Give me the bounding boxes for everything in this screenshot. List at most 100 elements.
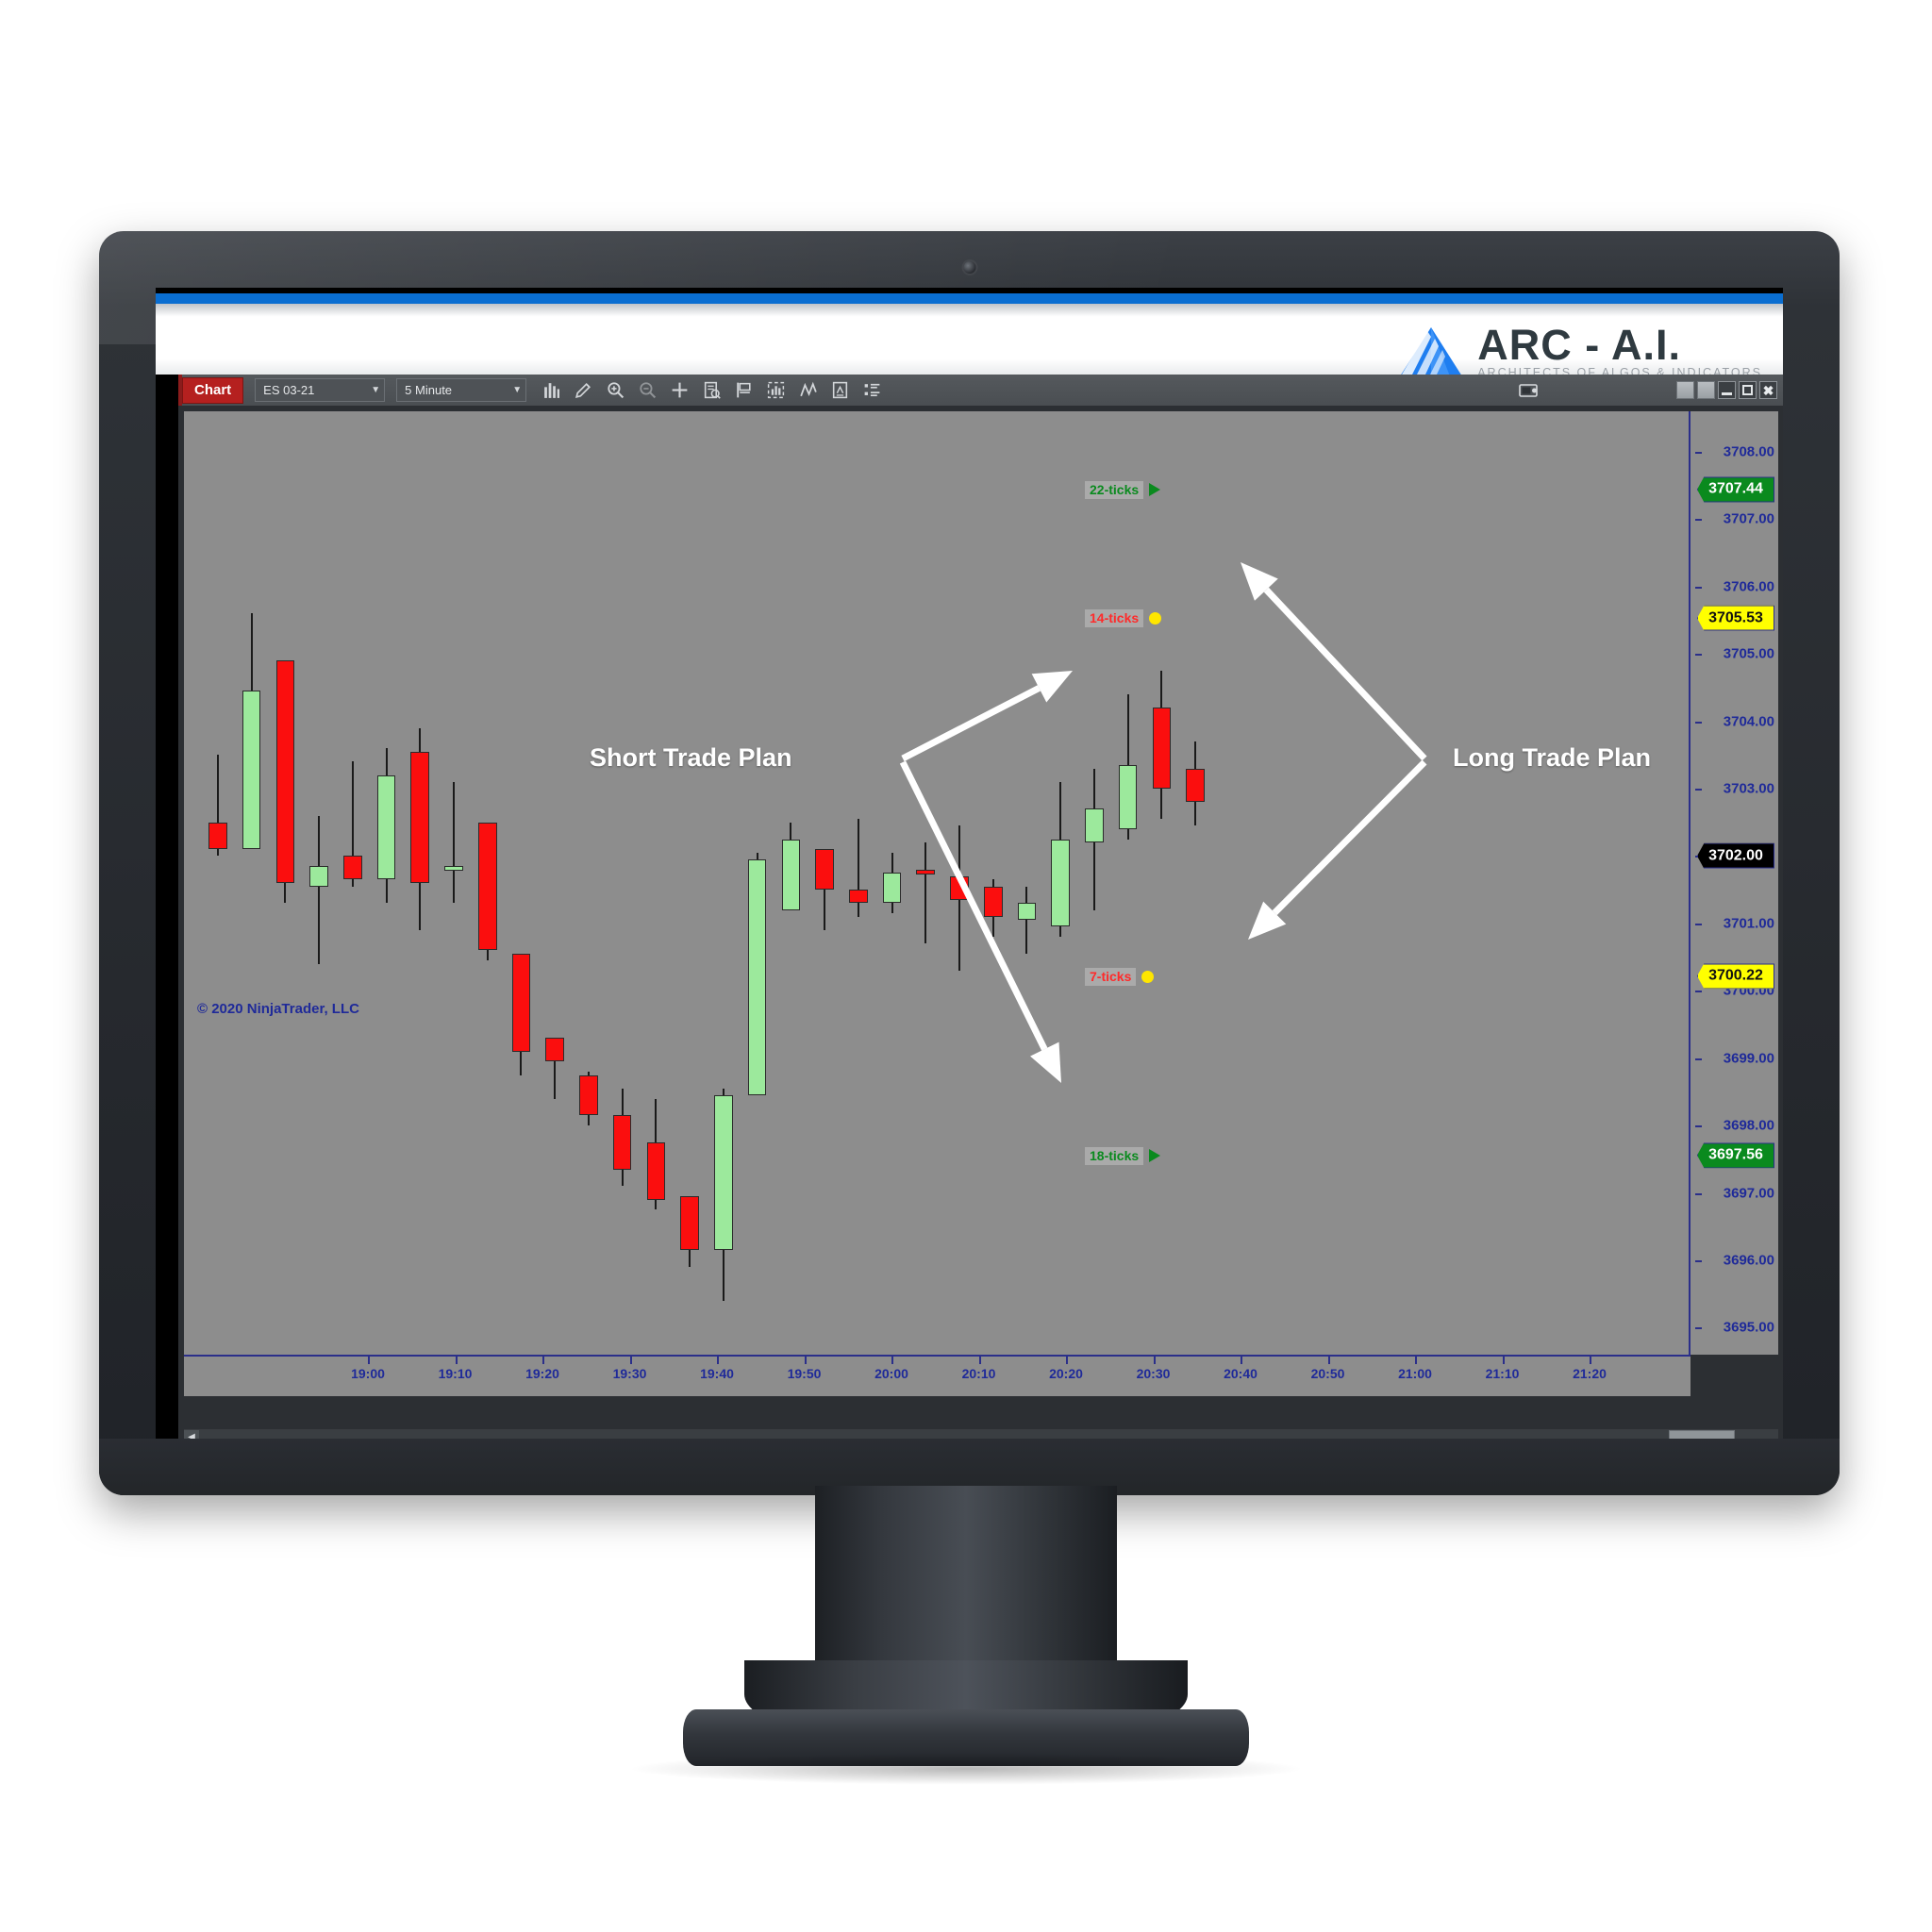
lower-target-price-marker[interactable]: 3697.56 (1697, 1142, 1774, 1169)
price-tick (1695, 1125, 1702, 1128)
price-label: 3703.00 (1723, 780, 1774, 797)
zoom-in-icon[interactable] (606, 380, 625, 400)
zoom-out-icon[interactable] (638, 380, 658, 400)
time-label: 20:10 (961, 1366, 996, 1381)
monitor-screen: ARC - A.I. ARCHITECTS OF ALGOS & INDICAT… (156, 288, 1783, 1448)
snapshot-icon[interactable] (1519, 382, 1541, 399)
price-tick (1695, 923, 1702, 925)
price-tick (1695, 519, 1702, 522)
price-tick (1695, 654, 1702, 657)
price-label: 3699.00 (1723, 1050, 1774, 1067)
long-plan-down-arrow (1248, 759, 1427, 940)
pencil-icon[interactable] (574, 380, 593, 400)
drawing-tool-icon[interactable] (798, 380, 818, 400)
close-icon: ✖ (1762, 382, 1774, 398)
time-tick (1590, 1357, 1591, 1364)
brand-logo: ARC - A.I. ARCHITECTS OF ALGOS & INDICAT… (1396, 323, 1762, 381)
short-plan-down-arrow (899, 760, 1061, 1083)
app-header: ARC - A.I. ARCHITECTS OF ALGOS & INDICAT… (156, 288, 1783, 379)
accent-bar (156, 293, 1783, 304)
time-label: 21:00 (1398, 1366, 1432, 1381)
plot-right-border (1689, 411, 1690, 1355)
price-label: 3696.00 (1723, 1252, 1774, 1269)
chart-menu-button[interactable]: Chart (182, 376, 244, 404)
long-trade-plan-label: Long Trade Plan (1453, 743, 1652, 772)
restore-button-2[interactable] (1697, 381, 1715, 399)
instrument-selector[interactable]: ES 03-21 ▼ (255, 378, 386, 402)
time-label: 19:40 (700, 1366, 734, 1381)
chevron-down-icon: ▼ (371, 385, 381, 395)
price-label: 3708.00 (1723, 443, 1774, 460)
data-box-icon[interactable] (702, 380, 722, 400)
price-label: 3706.00 (1723, 578, 1774, 595)
time-label: 20:20 (1049, 1366, 1083, 1381)
time-label: 21:10 (1485, 1366, 1520, 1381)
price-label: 3707.00 (1723, 510, 1774, 527)
price-label: 3695.00 (1723, 1319, 1774, 1336)
flag-icon[interactable] (734, 380, 754, 400)
monitor-frame: ARC - A.I. ARCHITECTS OF ALGOS & INDICAT… (99, 231, 1840, 1495)
price-label: 3698.00 (1723, 1117, 1774, 1134)
list-icon[interactable] (862, 380, 882, 400)
annotation-overlay (899, 562, 1427, 1083)
time-tick (542, 1357, 544, 1364)
time-tick (891, 1357, 893, 1364)
price-label: 3701.00 (1723, 915, 1774, 932)
time-label: 21:20 (1573, 1366, 1607, 1381)
last-price-price-marker[interactable]: 3702.00 (1697, 842, 1774, 869)
time-label: 20:00 (874, 1366, 908, 1381)
chart-toolbar: Chart ES 03-21 ▼ 5 Minute ▼ ✖ (178, 375, 1783, 406)
price-tick (1695, 1327, 1702, 1330)
price-label: 3704.00 (1723, 713, 1774, 730)
long-entry-price-marker[interactable]: 3700.22 (1697, 963, 1774, 990)
ninjatrader-app: ARC - A.I. ARCHITECTS OF ALGOS & INDICAT… (156, 288, 1783, 1448)
short-plan-up-arrow (901, 671, 1073, 762)
price-tick (1695, 721, 1702, 724)
price-label: 3705.00 (1723, 645, 1774, 662)
price-tick (1695, 991, 1702, 993)
header-band: ARC - A.I. ARCHITECTS OF ALGOS & INDICAT… (156, 304, 1783, 379)
time-tick (804, 1357, 807, 1364)
minimize-button[interactable] (1718, 381, 1736, 399)
time-label: 19:10 (438, 1366, 473, 1381)
time-label: 20:30 (1136, 1366, 1171, 1381)
axis-corner (1695, 1357, 1778, 1396)
instrument-value: ES 03-21 (263, 383, 315, 397)
short-trade-plan-label: Short Trade Plan (590, 743, 792, 772)
indicator-icon[interactable] (766, 380, 786, 400)
upper-target-price-marker[interactable]: 3707.44 (1697, 476, 1774, 503)
time-axis[interactable]: 19:00 19:10 19:20 19:30 19:40 19:50 20:00 20:10… (184, 1357, 1690, 1396)
time-tick (1153, 1357, 1156, 1364)
maximize-button[interactable] (1739, 381, 1757, 399)
bar-chart-icon[interactable] (541, 380, 561, 400)
interval-value: 5 Minute (405, 383, 453, 397)
time-tick (368, 1357, 370, 1364)
time-label: 19:50 (787, 1366, 822, 1381)
time-tick (1415, 1357, 1417, 1364)
time-label: 19:30 (612, 1366, 647, 1381)
close-button[interactable]: ✖ (1759, 381, 1777, 399)
screenshot-root: ARC - A.I. ARCHITECTS OF ALGOS & INDICAT… (0, 0, 1932, 1932)
price-tick (1695, 1192, 1702, 1195)
brand-text: ARC - A.I. ARCHITECTS OF ALGOS & INDICAT… (1477, 321, 1762, 379)
short-entry-price-marker[interactable]: 3705.53 (1697, 605, 1774, 631)
properties-icon[interactable] (830, 380, 850, 400)
price-tick (1695, 586, 1702, 589)
price-plot[interactable]: © 2020 NinjaTrader, LLC 22-ticks 14-ticks… (184, 411, 1695, 1355)
price-axis[interactable]: 3708.00 3707.00 3706.00 3705.00 3704.00 3703.… (1695, 411, 1778, 1355)
time-tick (1066, 1357, 1068, 1364)
interval-selector[interactable]: 5 Minute ▼ (396, 378, 527, 402)
time-label: 20:50 (1310, 1366, 1345, 1381)
toolbar-right-group: ✖ (1519, 381, 1783, 399)
time-tick (1241, 1357, 1242, 1364)
brand-name: ARC - A.I. (1477, 321, 1682, 369)
arc-ai-logo-icon (1400, 327, 1463, 376)
crosshair-icon[interactable] (670, 380, 690, 400)
time-label: 19:00 (351, 1366, 385, 1381)
restore-button[interactable] (1676, 381, 1694, 399)
price-tick (1695, 1260, 1702, 1262)
monitor-base-shadow (626, 1753, 1306, 1785)
price-tick (1695, 789, 1702, 791)
time-tick (629, 1357, 632, 1364)
price-label: 3697.00 (1723, 1185, 1774, 1202)
